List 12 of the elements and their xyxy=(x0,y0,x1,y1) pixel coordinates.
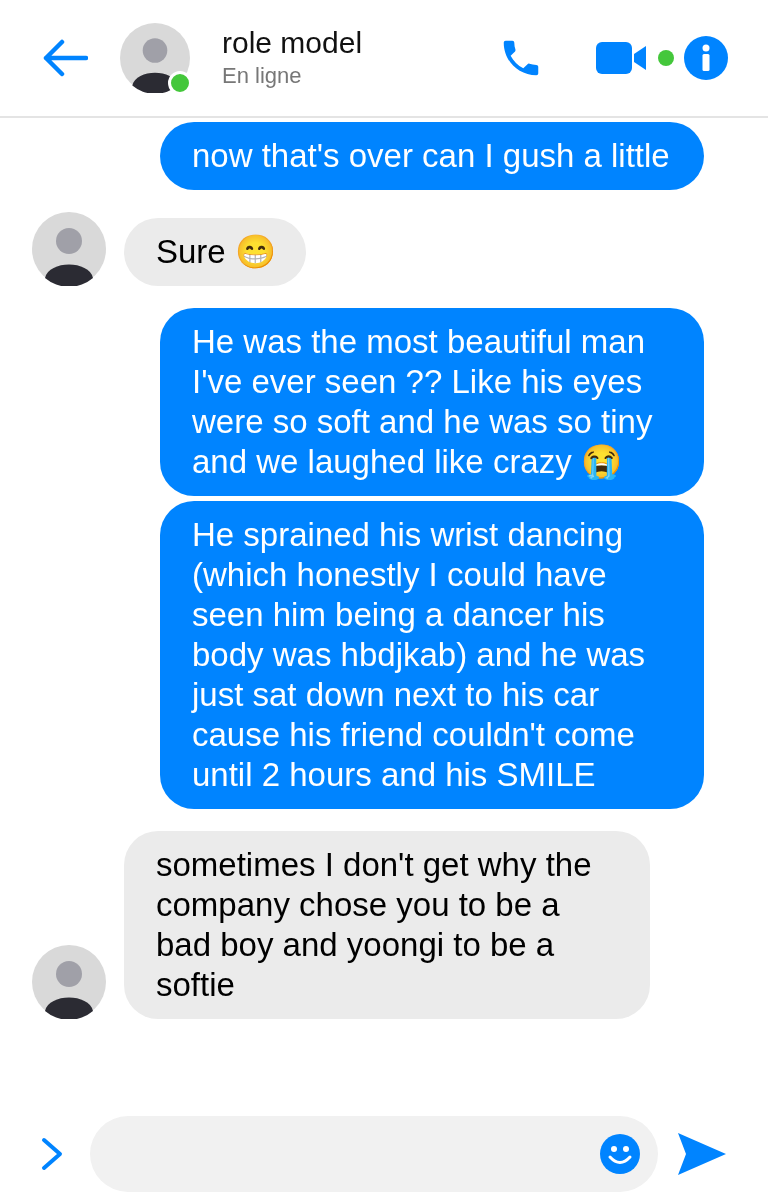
message-text: now that's over can I gush a little xyxy=(192,136,671,176)
message-text: He sprained his wrist dancing (which honestly I could have seen him being a dancer his body was hbdjkab) and he was just sat down next to his car cause his friend couldn't come until 2 hours and his SMILE xyxy=(192,515,647,795)
message-text: sometimes I don't get why the company chose you to be a bad boy and yoongi to be a softie xyxy=(156,845,593,1005)
contact-status: En ligne xyxy=(222,62,303,90)
message-text: Sure 😁 xyxy=(156,232,276,272)
info-icon[interactable] xyxy=(684,36,728,80)
smiley-icon[interactable] xyxy=(600,1134,640,1174)
contact-name: role model xyxy=(222,25,364,61)
chevron-right-icon[interactable] xyxy=(40,1136,64,1172)
avatar xyxy=(120,23,190,93)
message-text: He was the most beautiful man I've ever seen ?? Like his eyes were so soft and he was so tiny and we laughed like crazy 😭 xyxy=(192,322,654,482)
send-icon[interactable] xyxy=(676,1131,728,1177)
